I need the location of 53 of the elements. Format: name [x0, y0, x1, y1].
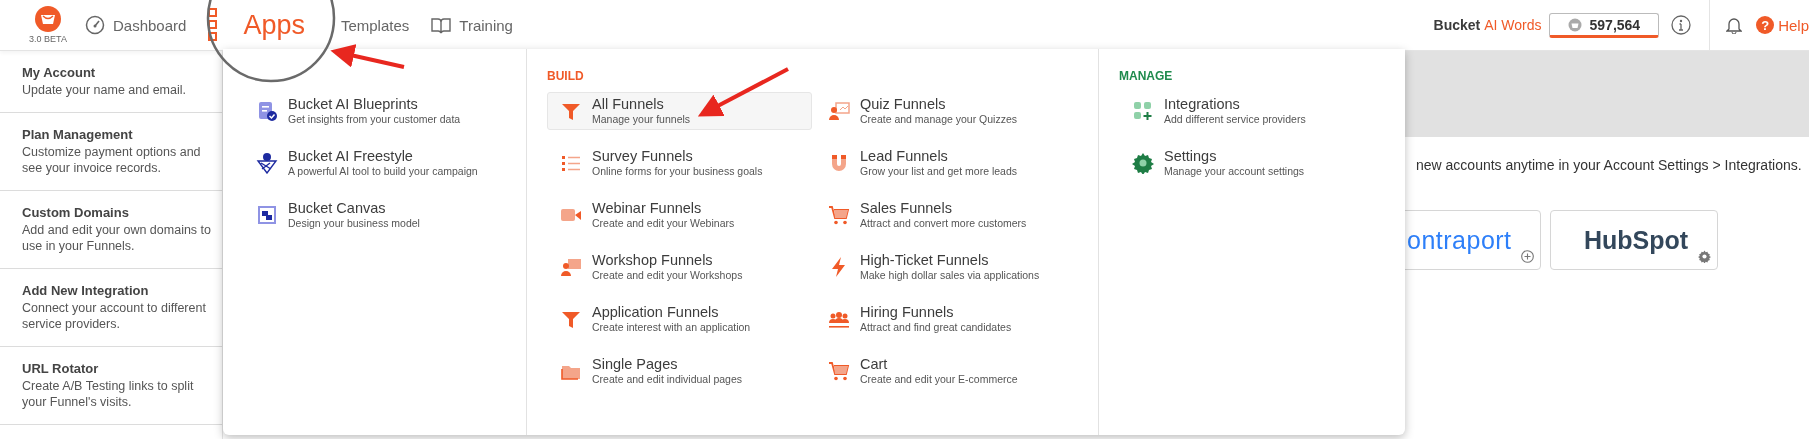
- settings-menu-item[interactable]: URL Rotator Create A/B Testing links to split your Funnel's visits.: [0, 347, 222, 425]
- version-label: 3.0 BETA: [29, 34, 67, 44]
- brand-label: Bucket: [1433, 17, 1481, 33]
- quiz-board-icon: [828, 100, 850, 122]
- integration-logo: HubSpot: [1583, 225, 1689, 255]
- bucket-icon: [1567, 17, 1582, 32]
- app-menu-item[interactable]: High-Ticket Funnels Make high dollar sales via applications: [815, 248, 1080, 286]
- app-menu-item[interactable]: Quiz Funnels Create and manage your Quizzes: [815, 92, 1080, 130]
- section-heading: BUILD: [547, 69, 584, 83]
- bell-icon[interactable]: [1726, 16, 1743, 34]
- document-check-icon: [256, 100, 278, 122]
- app-menu-item[interactable]: Webinar Funnels Create and edit your Webinars: [547, 196, 812, 234]
- settings-menu-item[interactable]: Add New Integration Connect your account to different service providers.: [0, 269, 222, 347]
- pin-triangle-icon: [256, 152, 278, 174]
- app-menu-item[interactable]: All Funnels Manage your funnels: [547, 92, 812, 130]
- nav-tab[interactable]: Dashboard: [85, 15, 187, 35]
- app-menu-item[interactable]: Bucket Canvas Design your business model: [243, 196, 506, 234]
- settings-menu-item[interactable]: Custom Domains Add and edit your own domains to use in your Funnels.: [0, 191, 222, 269]
- cart-icon: [828, 204, 850, 226]
- app-menu-item[interactable]: Single Pages Create and edit individual pages: [547, 352, 812, 390]
- app-menu-item[interactable]: Sales Funnels Attract and convert more customers: [815, 196, 1080, 234]
- app-menu-item[interactable]: Lead Funnels Grow your list and get more leads: [815, 144, 1080, 182]
- section-heading: MANAGE: [1119, 69, 1173, 83]
- app-menu-item[interactable]: Hiring Funnels Attract and find great candidates: [815, 300, 1080, 338]
- integration-logo: ontraport: [1406, 225, 1512, 255]
- cart-icon: [828, 360, 850, 382]
- nav-tab[interactable]: Training: [431, 16, 513, 34]
- help-text: new accounts anytime in your Account Settings > Integrations.: [1416, 157, 1802, 173]
- app-menu-item[interactable]: Settings Manage your account settings: [1119, 144, 1385, 182]
- integration-card[interactable]: HubSpot: [1550, 210, 1718, 270]
- presenter-icon: [560, 256, 582, 278]
- settings-menu-item[interactable]: Plan Management Customize payment options and see your invoice records.: [0, 113, 222, 191]
- bucket-logo-icon: [35, 6, 61, 32]
- gauge-icon: [85, 15, 105, 35]
- gear-icon: [1132, 152, 1154, 174]
- settings-menu-item[interactable]: My Account Update your name and email.: [0, 51, 222, 113]
- plus-circle-icon[interactable]: [1521, 250, 1534, 263]
- grid-icon: [208, 8, 218, 42]
- app-menu-item[interactable]: Bucket AI Freestyle A powerful AI tool to build your campaign: [243, 144, 506, 182]
- word-counter: 597,564: [1548, 12, 1660, 38]
- book-icon: [431, 16, 452, 34]
- grid-plus-icon: [1132, 100, 1154, 122]
- info-icon[interactable]: [1671, 15, 1692, 35]
- app-menu-item[interactable]: Workshop Funnels Create and edit your Workshops: [547, 248, 812, 286]
- app-menu-item[interactable]: Bucket AI Blueprints Get insights from your customer data: [243, 92, 506, 130]
- app-menu-item[interactable]: Application Funnels Create interest with an application: [547, 300, 812, 338]
- app-menu-item[interactable]: Cart Create and edit your E-commerce: [815, 352, 1080, 390]
- settings-icon[interactable]: [1698, 250, 1711, 263]
- app-menu-item[interactable]: Survey Funnels Online forms for your business goals: [547, 144, 812, 182]
- words-label: AI Words: [1484, 17, 1542, 33]
- nav-tab[interactable]: Templates: [340, 16, 410, 34]
- canvas-icon: [256, 204, 278, 226]
- app-menu-item[interactable]: Integrations Add different service providers: [1119, 92, 1385, 130]
